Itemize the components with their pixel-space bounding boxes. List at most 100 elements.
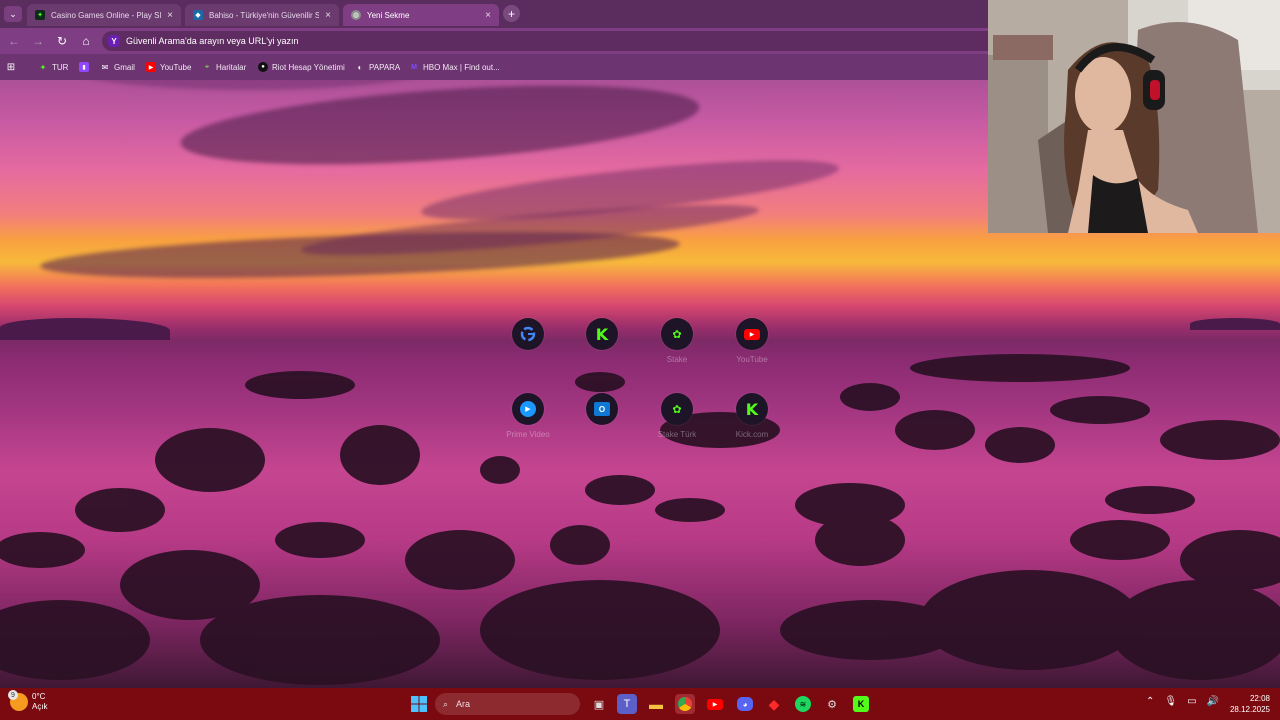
discord-button[interactable]: ◕	[735, 694, 755, 714]
taskbar: 9 0°C Açık ⌕ Ara ▣ T ▬ ▶ ◕ ◆ ≋ ⚙ K ⌃ 🎙 ▭…	[0, 688, 1280, 720]
address-bar-placeholder: Güvenli Arama'da arayın veya URL'yi yazı…	[126, 36, 299, 46]
bookmark-label: Haritalar	[216, 62, 247, 72]
prime-video-icon: ▶	[512, 393, 544, 425]
bookmark-youtube[interactable]: ▶ YouTube	[146, 60, 191, 74]
chrome-icon	[678, 697, 692, 711]
browser-toolbar: ← → ↻ ⌂ Y Güvenli Arama'da arayın veya U…	[0, 28, 988, 54]
microphone-icon[interactable]: 🎙	[1164, 696, 1177, 707]
home-icon: ⌂	[82, 34, 90, 48]
shortcut-label: Stake	[666, 355, 688, 364]
kick-icon: K	[853, 696, 869, 712]
settings-button[interactable]: ⚙	[822, 694, 842, 714]
shortcut-label: Prime Video	[506, 430, 550, 439]
weather-description: Açık	[32, 702, 48, 711]
youtube-app-button[interactable]: ▶	[705, 694, 725, 714]
chevron-down-icon: ⌄	[9, 8, 17, 19]
green-paw-icon: ✦	[35, 10, 45, 20]
arrow-left-icon: ←	[8, 34, 20, 48]
shortcut-prime-video[interactable]: ▶ Prime Video	[498, 393, 558, 453]
papara-icon: ◐	[357, 62, 363, 72]
green-paw-icon: ✿	[661, 318, 693, 350]
bookmark-label: PAPARA	[369, 62, 401, 72]
kick-app-button[interactable]: K	[851, 694, 871, 714]
teams-icon: T	[623, 698, 631, 710]
weather-sun-icon: 9	[8, 690, 28, 711]
bookmark-gmail[interactable]: ✉ Gmail	[100, 60, 135, 74]
tab-casino[interactable]: ✦ Casino Games Online - Play Slo ×	[27, 4, 181, 26]
back-button[interactable]: ←	[6, 33, 22, 49]
chevron-up-icon[interactable]: ⌃	[1146, 696, 1154, 707]
bahiso-icon: ◆	[193, 10, 203, 20]
yandex-search-icon: Y	[108, 35, 120, 47]
clock-date: 28.12.2025	[1229, 705, 1270, 714]
tab-search-button[interactable]: ⌄	[4, 6, 22, 22]
close-icon[interactable]: ×	[167, 10, 173, 21]
task-view-button[interactable]: ▣	[589, 694, 609, 714]
tab-strip: ⌄ ✦ Casino Games Online - Play Slo × ◆ B…	[0, 0, 988, 28]
close-icon[interactable]: ×	[485, 10, 491, 21]
volume-icon[interactable]: 🔊	[1207, 696, 1219, 707]
shortcut-kick[interactable]: K	[572, 318, 632, 378]
gear-icon: ⚙	[827, 698, 837, 711]
kick-icon: K	[586, 318, 618, 350]
new-tab-button[interactable]: +	[503, 5, 520, 22]
spotify-icon: ≋	[795, 696, 811, 712]
maps-icon: ⌖	[204, 62, 210, 71]
twitch-icon: ▮	[79, 62, 89, 72]
shortcut-outlook[interactable]: O	[572, 393, 632, 453]
file-explorer-button[interactable]: ▬	[646, 694, 666, 714]
apps-grid-icon: ⊞	[6, 61, 16, 73]
plus-icon: +	[507, 6, 515, 21]
weather-widget[interactable]: 9 0°C Açık	[8, 690, 48, 712]
forward-button[interactable]: →	[30, 33, 46, 49]
discord-icon: ◕	[737, 697, 753, 711]
kick-icon: ✦	[39, 62, 47, 72]
webcam-overlay	[988, 0, 1280, 233]
bookmark-maps[interactable]: ⌖ Haritalar	[202, 60, 247, 74]
hbo-icon: M	[411, 63, 417, 71]
start-button[interactable]	[409, 694, 429, 714]
bookmark-tur[interactable]: ✦ TUR	[38, 60, 69, 74]
reload-icon: ↻	[56, 34, 68, 48]
bookmarks-bar: ⊞ ✦ TUR ▮ ✉ Gmail ▶ YouTube ⌖ Haritalar …	[0, 54, 988, 80]
shortcut-google[interactable]	[498, 318, 558, 378]
reload-button[interactable]: ↻	[54, 33, 70, 49]
teams-button[interactable]: T	[617, 694, 637, 714]
search-icon: ⌕	[443, 698, 449, 709]
tab-title: Yeni Sekme	[367, 10, 410, 20]
folder-icon: ▬	[649, 696, 663, 712]
valorant-button[interactable]: ◆	[764, 694, 784, 714]
bookmark-label: Riot Hesap Yönetimi	[272, 62, 345, 72]
system-tray: ⌃ 🎙 ▭ 🔊	[1146, 696, 1219, 707]
task-view-icon: ▣	[593, 698, 605, 711]
spotify-button[interactable]: ≋	[793, 694, 813, 714]
riot-icon: ●	[258, 62, 268, 72]
taskbar-search[interactable]: ⌕ Ara	[435, 693, 580, 715]
outlook-icon: O	[586, 393, 618, 425]
bookmark-twitch[interactable]: ▮	[79, 60, 89, 74]
bookmark-riot[interactable]: ● Riot Hesap Yönetimi	[258, 60, 345, 74]
address-bar[interactable]: Y Güvenli Arama'da arayın veya URL'yi ya…	[102, 31, 988, 51]
display-icon[interactable]: ▭	[1187, 696, 1196, 707]
home-button[interactable]: ⌂	[78, 33, 94, 49]
shortcut-label: YouTube	[736, 355, 768, 364]
bookmark-label: HBO Max | Find out...	[423, 62, 500, 72]
youtube-icon: ▶	[736, 318, 768, 350]
gmail-icon: ✉	[101, 62, 109, 72]
shortcut-stake-turk[interactable]: ✿ Stake Türk	[647, 393, 707, 453]
clock-time: 22:08	[1249, 694, 1270, 703]
shortcut-stake[interactable]: ✿ Stake	[647, 318, 707, 378]
shortcut-kick-com[interactable]: K Kick.com	[722, 393, 782, 453]
apps-button[interactable]: ⊞	[6, 60, 16, 74]
bookmark-hbo[interactable]: M HBO Max | Find out...	[409, 60, 500, 74]
bookmark-papara[interactable]: ◐ PAPARA	[355, 60, 401, 74]
tab-new-tab[interactable]: ◍ Yeni Sekme ×	[343, 4, 499, 26]
taskbar-clock[interactable]: 22:08 28.12.2025	[1226, 693, 1270, 715]
tab-bahiso[interactable]: ◆ Bahiso - Türkiye'nin Güvenilir Si ×	[185, 4, 339, 26]
shortcut-youtube[interactable]: ▶ YouTube	[722, 318, 782, 378]
chrome-button[interactable]	[675, 694, 695, 714]
close-icon[interactable]: ×	[325, 10, 331, 21]
bookmark-label: TUR	[52, 62, 69, 72]
bookmark-label: YouTube	[160, 62, 192, 72]
tab-title: Casino Games Online - Play Slo	[51, 10, 162, 20]
